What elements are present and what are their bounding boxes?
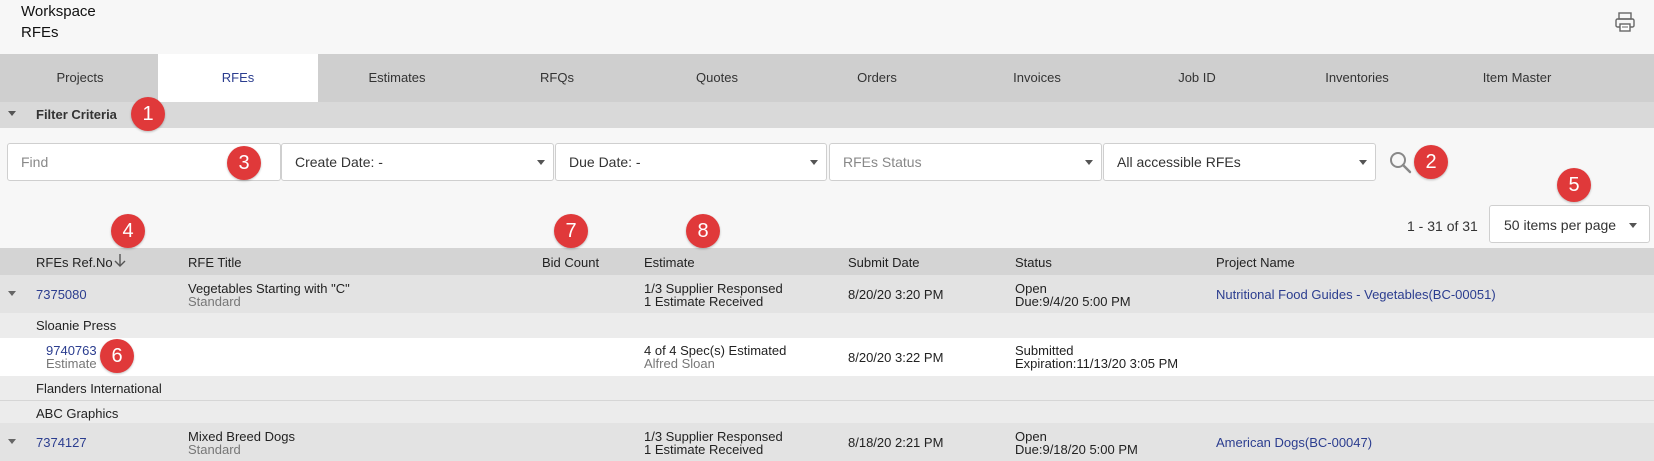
tab-quotes[interactable]: Quotes <box>637 54 797 102</box>
tab-projects[interactable]: Projects <box>0 54 160 102</box>
tab-rfqs[interactable]: RFQs <box>477 54 637 102</box>
rfe-status-select[interactable]: RFEs Status <box>829 143 1102 181</box>
workspace-label: Workspace <box>21 3 96 20</box>
tab-item-master[interactable]: Item Master <box>1437 54 1597 102</box>
supplier-name: Flanders International <box>36 381 162 396</box>
project-link[interactable]: Nutritional Food Guides - Vegetables(BC-… <box>1216 287 1496 302</box>
rfe-scope-select[interactable]: All accessible RFEs <box>1103 143 1376 181</box>
supplier-row: Sloanie Press <box>0 313 1654 338</box>
col-bid-count[interactable]: Bid Count <box>542 255 599 270</box>
items-per-page-select[interactable]: 50 items per page <box>1489 205 1650 243</box>
chevron-down-icon <box>537 160 545 165</box>
page-header: Workspace RFEs <box>0 0 1654 54</box>
collapse-caret-icon[interactable] <box>8 111 16 116</box>
col-status[interactable]: Status <box>1015 255 1052 270</box>
tab-bar: Projects RFEs Estimates RFQs Quotes Orde… <box>0 54 1654 102</box>
supplier-row: Flanders International <box>0 376 1654 401</box>
create-date-select[interactable]: Create Date: - <box>281 143 554 181</box>
col-ref-no[interactable]: RFEs Ref.No <box>36 255 113 270</box>
sort-arrow-down-icon[interactable] <box>113 253 127 268</box>
project-link[interactable]: American Dogs(BC-00047) <box>1216 435 1372 450</box>
submit-date: 8/20/20 3:22 PM <box>848 350 944 365</box>
table-row[interactable]: 7375080 Vegetables Starting with "C" Sta… <box>0 275 1654 313</box>
chevron-down-icon <box>1085 160 1093 165</box>
tab-invoices[interactable]: Invoices <box>957 54 1117 102</box>
estimate-received: 1 Estimate Received <box>644 294 764 309</box>
col-estimate[interactable]: Estimate <box>644 255 695 270</box>
filter-criteria-toggle[interactable]: Filter Criteria <box>0 102 1654 128</box>
annotation-badge-3: 3 <box>227 146 261 180</box>
page-title: RFEs <box>21 24 59 41</box>
estimate-type: Estimate <box>46 356 97 371</box>
printer-icon[interactable] <box>1614 11 1636 33</box>
due-date-select[interactable]: Due Date: - <box>555 143 827 181</box>
estimate-received: 1 Estimate Received <box>644 442 764 457</box>
rfe-ref-link[interactable]: 7375080 <box>36 287 87 302</box>
items-per-page-value: 50 items per page <box>1504 217 1617 233</box>
annotation-badge-8: 8 <box>686 214 720 248</box>
table-row[interactable]: 7374127 Mixed Breed Dogs Standard 1/3 Su… <box>0 423 1654 461</box>
estimate-row[interactable]: 9740763 Estimate 4 of 4 Spec(s) Estimate… <box>0 338 1654 376</box>
col-submit-date[interactable]: Submit Date <box>848 255 920 270</box>
supplier-name: Sloanie Press <box>36 318 117 333</box>
status-due: Due:9/18/20 5:00 PM <box>1015 442 1138 457</box>
status-due: Due:9/4/20 5:00 PM <box>1015 294 1131 309</box>
annotation-badge-6: 6 <box>100 339 134 373</box>
col-rfe-title[interactable]: RFE Title <box>188 255 241 270</box>
col-project-name[interactable]: Project Name <box>1216 255 1295 270</box>
annotation-badge-2: 2 <box>1414 145 1448 179</box>
tab-inventories[interactable]: Inventories <box>1277 54 1437 102</box>
filter-criteria-label: Filter Criteria <box>36 107 117 122</box>
submit-date: 8/20/20 3:20 PM <box>848 287 944 302</box>
chevron-down-icon <box>1629 223 1637 228</box>
status-expiration: Expiration:11/13/20 3:05 PM <box>1015 356 1179 371</box>
submit-date: 8/18/20 2:21 PM <box>848 435 944 450</box>
create-date-value: Create Date: - <box>295 154 383 170</box>
tab-rfes[interactable]: RFEs <box>158 54 318 102</box>
annotation-badge-7: 7 <box>554 214 588 248</box>
supplier-name: ABC Graphics <box>36 406 119 421</box>
tab-estimates[interactable]: Estimates <box>317 54 477 102</box>
result-count: 1 - 31 of 31 <box>1407 218 1478 234</box>
annotation-badge-1: 1 <box>131 97 165 131</box>
chevron-down-icon <box>1359 160 1367 165</box>
tab-orders[interactable]: Orders <box>797 54 957 102</box>
rfe-type: Standard <box>188 294 241 309</box>
annotation-badge-4: 4 <box>111 214 145 248</box>
rfe-type: Standard <box>188 442 241 457</box>
annotation-badge-5: 5 <box>1557 168 1591 202</box>
expand-caret-icon[interactable] <box>8 291 16 296</box>
rfe-scope-value: All accessible RFEs <box>1117 154 1241 170</box>
due-date-value: Due Date: - <box>569 154 641 170</box>
search-icon[interactable] <box>1388 150 1412 174</box>
rfe-status-value: RFEs Status <box>843 154 922 170</box>
tab-job-id[interactable]: Job ID <box>1117 54 1277 102</box>
estimator-name: Alfred Sloan <box>644 356 715 371</box>
chevron-down-icon <box>810 160 818 165</box>
rfe-ref-link[interactable]: 7374127 <box>36 435 87 450</box>
expand-caret-icon[interactable] <box>8 439 16 444</box>
table-header: RFEs Ref.No RFE Title Bid Count Estimate… <box>0 248 1654 275</box>
